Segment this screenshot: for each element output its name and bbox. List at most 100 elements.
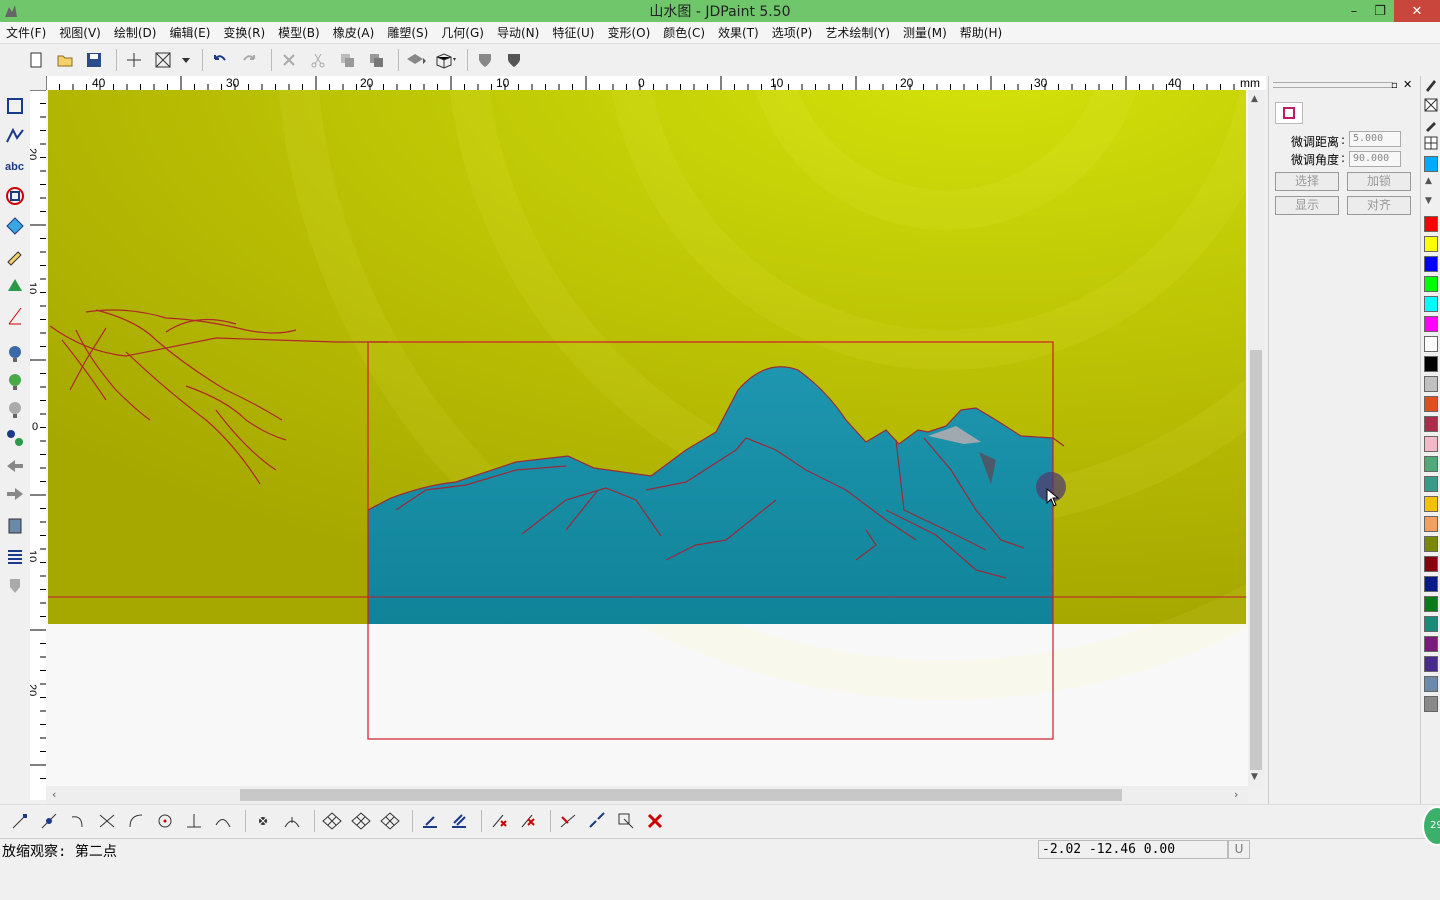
cut-icon[interactable] [306, 48, 330, 72]
scroll-up-arrow-icon[interactable]: ▲ [1251, 94, 1258, 104]
color-swatch[interactable] [1424, 676, 1438, 692]
dropdown-arrow-icon[interactable] [180, 48, 192, 72]
snap-endpoint-icon[interactable] [8, 809, 32, 833]
delete-node-icon[interactable] [516, 809, 540, 833]
snap-center-icon[interactable] [153, 809, 177, 833]
color-swatch[interactable] [1424, 356, 1438, 372]
restore-button[interactable]: ❐ [1366, 0, 1394, 22]
menu-effect[interactable]: 效果(T) [718, 24, 759, 41]
cube-view-icon[interactable] [433, 48, 457, 72]
palette-scroll-up-icon[interactable]: ▲ [1425, 176, 1432, 186]
scroll-thumb[interactable] [240, 789, 1122, 801]
snap-midpoint-icon[interactable] [37, 809, 61, 833]
color-swatch[interactable] [1424, 316, 1438, 332]
swap-icon[interactable] [3, 426, 27, 450]
paint-brush-icon[interactable] [3, 244, 27, 268]
node-break-icon[interactable] [585, 809, 609, 833]
color-swatch[interactable] [1424, 576, 1438, 592]
menu-art-draw[interactable]: 艺术绘制(Y) [825, 24, 890, 41]
delete-icon[interactable] [277, 48, 301, 72]
light-bulb-blue-icon[interactable] [3, 342, 27, 366]
color-swatch[interactable] [1424, 616, 1438, 632]
color-swatch[interactable] [1424, 296, 1438, 312]
menu-view[interactable]: 视图(V) [59, 24, 101, 41]
color-swatch[interactable] [1424, 216, 1438, 232]
no-fill-icon[interactable] [1424, 98, 1438, 115]
pen-tool-icon[interactable] [1424, 78, 1438, 95]
fill-shape-icon[interactable] [3, 214, 27, 238]
snap-grid-b-icon[interactable] [349, 809, 373, 833]
minimize-button[interactable]: – [1340, 0, 1368, 22]
snap-grid-c-icon[interactable] [378, 809, 402, 833]
paste-icon[interactable] [364, 48, 388, 72]
color-swatch[interactable] [1424, 256, 1438, 272]
menu-feature[interactable]: 特征(U) [552, 24, 594, 41]
tool-gray-icon[interactable] [3, 574, 27, 598]
snap-tangent-icon[interactable] [124, 809, 148, 833]
palette-scroll-down-icon[interactable]: ▼ [1425, 196, 1432, 206]
panel-pin-icon[interactable]: ▫ [1391, 80, 1398, 91]
snap-nearest-icon[interactable] [211, 809, 235, 833]
select-button[interactable]: 选择 [1275, 172, 1339, 191]
save-icon[interactable] [82, 48, 106, 72]
snap-perpendicular-icon[interactable] [182, 809, 206, 833]
scroll-thumb[interactable] [1250, 350, 1262, 770]
snap-grid-a-icon[interactable] [320, 809, 344, 833]
open-folder-icon[interactable] [53, 48, 77, 72]
node-align-icon[interactable] [614, 809, 638, 833]
current-color-swatch[interactable] [1424, 156, 1438, 172]
menu-edit[interactable]: 编辑(E) [169, 24, 210, 41]
menu-model[interactable]: 模型(B) [278, 24, 320, 41]
unit-indicator[interactable]: U [1228, 840, 1250, 859]
color-swatch[interactable] [1424, 236, 1438, 252]
snap-intersect-icon[interactable] [95, 809, 119, 833]
drawing-canvas[interactable] [46, 90, 1248, 786]
shield-dark-icon[interactable] [502, 48, 526, 72]
sculpt-icon[interactable] [3, 274, 27, 298]
color-swatch[interactable] [1424, 696, 1438, 712]
vertical-scrollbar[interactable]: ▲ ▼ [1248, 90, 1264, 786]
color-swatch[interactable] [1424, 476, 1438, 492]
arrow-left-icon[interactable] [3, 454, 27, 478]
select-box-icon[interactable] [151, 48, 175, 72]
scroll-right-arrow-icon[interactable]: › [1234, 788, 1238, 801]
menu-sweep[interactable]: 导动(N) [497, 24, 539, 41]
cancel-x-icon[interactable] [643, 809, 667, 833]
fine-angle-input[interactable]: 90.000 [1349, 151, 1401, 167]
color-swatch[interactable] [1424, 516, 1438, 532]
new-file-icon[interactable] [24, 48, 48, 72]
arrow-right-icon[interactable] [3, 482, 27, 506]
list-icon[interactable] [3, 544, 27, 568]
color-swatch[interactable] [1424, 656, 1438, 672]
menu-eraser[interactable]: 橡皮(A) [333, 24, 375, 41]
horizontal-scrollbar[interactable]: ‹ › [46, 786, 1248, 804]
menu-geometry[interactable]: 几何(G) [441, 24, 484, 41]
close-button[interactable]: ✕ [1394, 0, 1440, 22]
menu-help[interactable]: 帮助(H) [960, 24, 1002, 41]
layers-icon[interactable] [3, 514, 27, 538]
align-button[interactable]: 对齐 [1347, 196, 1411, 215]
menu-options[interactable]: 选项(P) [772, 24, 813, 41]
undo-icon[interactable] [208, 48, 232, 72]
measure-icon[interactable] [3, 304, 27, 328]
show-button[interactable]: 显示 [1275, 196, 1339, 215]
snap-quadrant-icon[interactable] [280, 809, 304, 833]
color-swatch[interactable] [1424, 596, 1438, 612]
crosshair-icon[interactable] [122, 48, 146, 72]
snap-point-icon[interactable] [251, 809, 275, 833]
fine-distance-input[interactable]: 5.000 [1349, 131, 1401, 147]
align-bottom-icon[interactable] [418, 809, 442, 833]
color-swatch[interactable] [1424, 456, 1438, 472]
menu-color[interactable]: 颜色(C) [663, 24, 705, 41]
polyline-icon[interactable] [3, 124, 27, 148]
node-move-icon[interactable] [556, 809, 580, 833]
color-swatch[interactable] [1424, 496, 1438, 512]
redo-icon[interactable] [237, 48, 261, 72]
panel-close-icon[interactable]: ✕ [1403, 78, 1412, 91]
node-edit-icon[interactable] [3, 94, 27, 118]
group-icon[interactable] [404, 48, 428, 72]
light-bulb-green-icon[interactable] [3, 370, 27, 394]
copy-icon[interactable] [335, 48, 359, 72]
shape-outline-icon[interactable] [3, 184, 27, 208]
color-swatch[interactable] [1424, 636, 1438, 652]
